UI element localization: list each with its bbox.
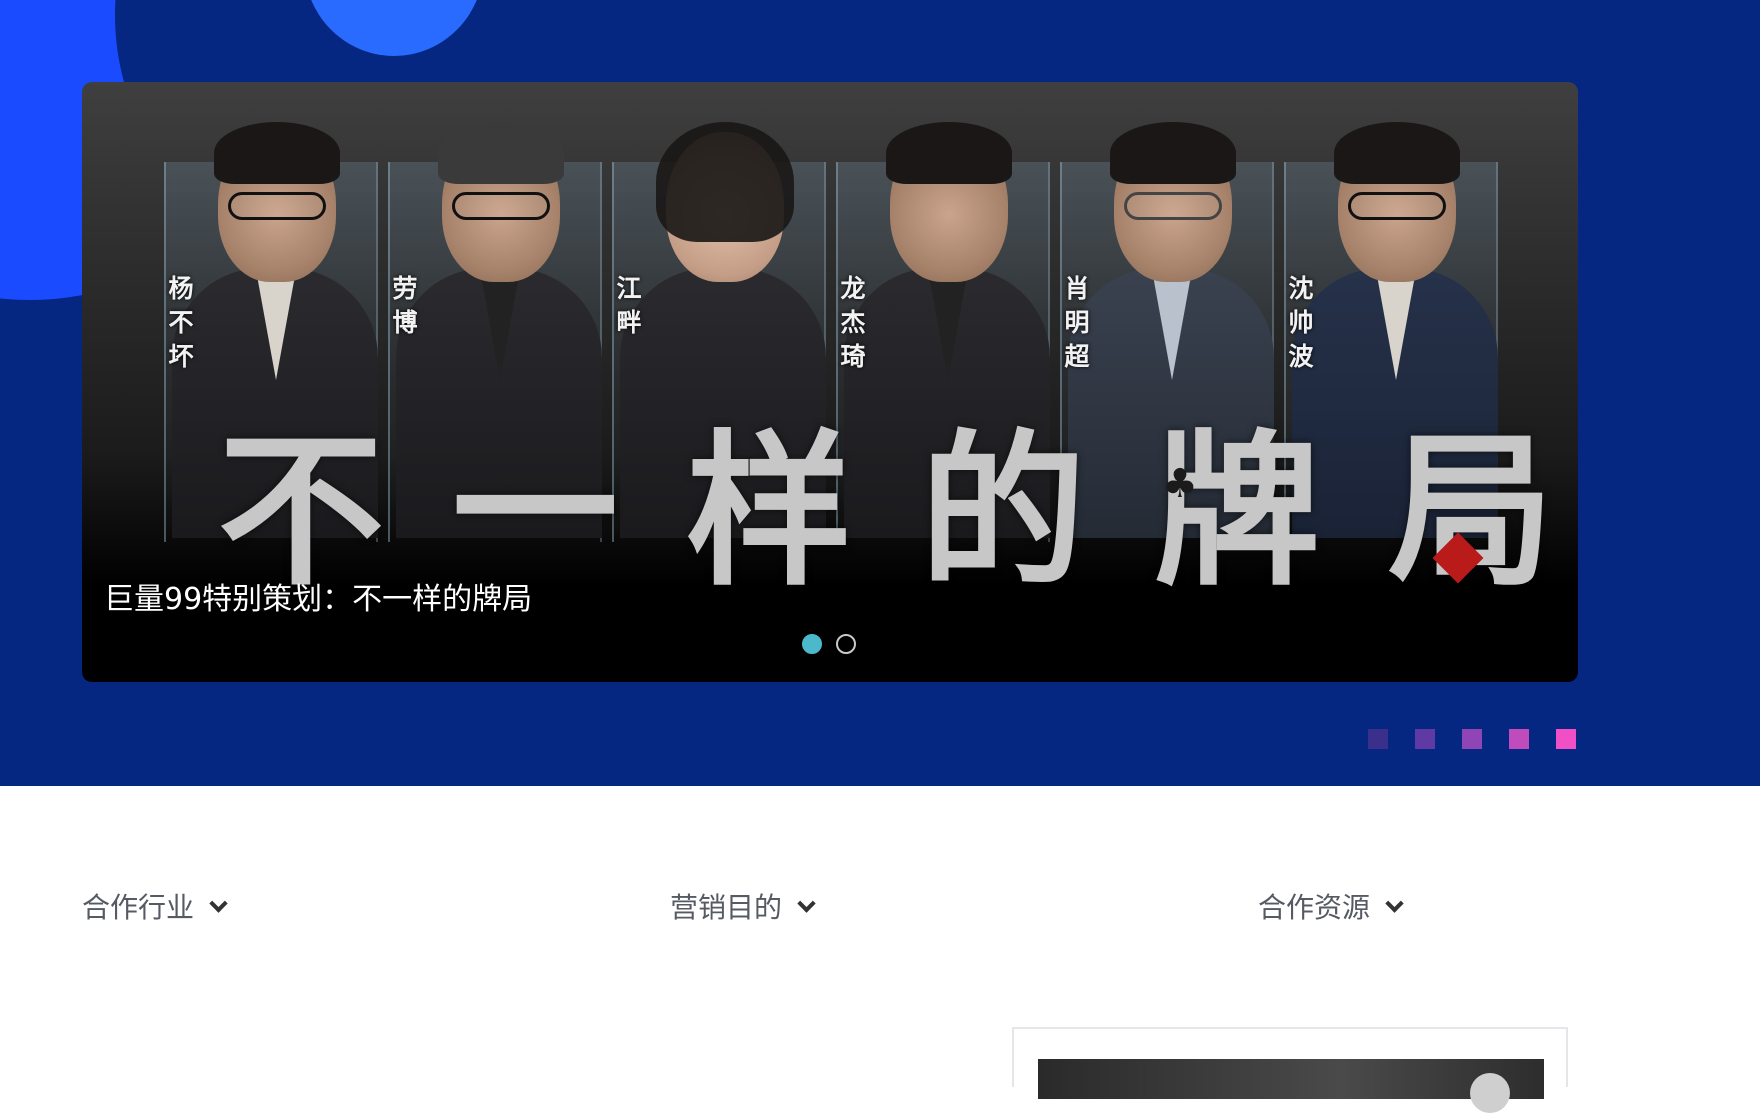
filter-bar: 合作行业 营销目的 合作资源 <box>0 880 1760 940</box>
banner-caption[interactable]: 巨量99特别策划：不一样的牌局 <box>104 580 532 620</box>
case-card-thumbnail <box>1038 1059 1544 1113</box>
carousel-pagination <box>802 634 856 654</box>
chevron-down-icon <box>1385 893 1404 913</box>
filter-marketing-goal-dropdown[interactable]: 营销目的 <box>670 880 816 936</box>
title-char: 一 <box>452 414 620 609</box>
decorative-squares <box>1368 729 1576 749</box>
chevron-down-icon <box>209 893 228 913</box>
chevron-down-icon <box>797 893 816 913</box>
pagination-dot-active[interactable] <box>802 634 822 654</box>
host-name: 龙杰琦 <box>840 274 866 371</box>
banner-carousel[interactable]: 杨不坏 劳博 江畔 龙杰琦 肖明超 沈帅波 不 一 样 的 牌 局 ♣ 巨量99… <box>82 82 1578 682</box>
filter-label: 合作资源 <box>1258 891 1371 924</box>
filter-label: 合作行业 <box>82 891 195 924</box>
title-char: 的 <box>920 414 1088 609</box>
hero-banner: 杨不坏 劳博 江畔 龙杰琦 肖明超 沈帅波 不 一 样 的 牌 局 ♣ 巨量99… <box>0 0 1760 786</box>
decorative-square <box>1509 729 1529 749</box>
filter-industry-dropdown[interactable]: 合作行业 <box>82 880 228 936</box>
host-name: 沈帅波 <box>1288 274 1314 371</box>
decorative-square <box>1415 729 1435 749</box>
decorative-square <box>1368 729 1388 749</box>
title-char: 局 <box>1388 414 1556 609</box>
filter-label: 营销目的 <box>670 891 783 924</box>
decorative-square <box>1556 729 1576 749</box>
host-name: 杨不坏 <box>168 274 194 371</box>
host-name: 肖明超 <box>1064 274 1090 371</box>
case-card[interactable] <box>1012 1027 1568 1113</box>
club-icon: ♣ <box>1162 461 1198 507</box>
host-name: 劳博 <box>392 274 418 337</box>
decorative-square <box>1462 729 1482 749</box>
filter-resource-dropdown[interactable]: 合作资源 <box>1258 880 1404 936</box>
decorative-circle <box>304 0 484 56</box>
banner-title: 不 一 样 的 牌 局 <box>192 422 1578 602</box>
pagination-dot[interactable] <box>836 634 856 654</box>
host-name: 江畔 <box>616 274 642 337</box>
title-char: 样 <box>686 414 854 609</box>
title-char: 不 <box>218 414 386 609</box>
title-char: 牌 <box>1154 414 1322 609</box>
